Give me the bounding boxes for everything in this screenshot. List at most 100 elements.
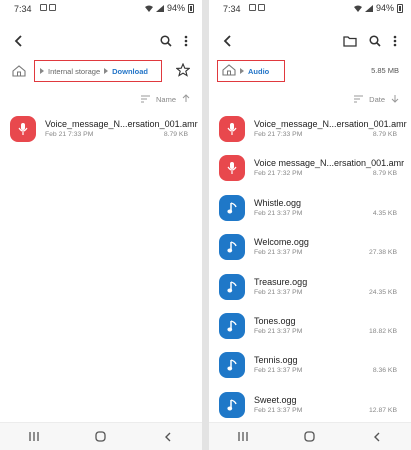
file-date: Feb 21 7:33 PM xyxy=(254,131,303,138)
home-icon[interactable] xyxy=(222,64,236,78)
back-arrow-icon[interactable] xyxy=(12,34,26,53)
file-name: Sweet.ogg xyxy=(254,394,297,405)
app-notification-icon xyxy=(49,4,56,11)
file-size: 8.79 KB xyxy=(372,170,397,178)
file-row[interactable]: Voice message_N...ersation_001.amr Feb 21… xyxy=(209,151,411,190)
star-icon[interactable] xyxy=(175,62,191,82)
file-list: Voice_message_N...ersation_001.amr Feb 2… xyxy=(0,112,202,151)
file-date: Feb 21 3:37 PM xyxy=(254,367,303,375)
music-note-icon xyxy=(219,312,245,339)
home-nav-icon[interactable] xyxy=(91,427,111,447)
file-date: Feb 21 7:32 PM xyxy=(254,170,303,178)
file-name: Welcome.ogg xyxy=(254,237,309,248)
back-nav-icon[interactable] xyxy=(158,427,178,447)
file-date: Feb 21 7:33 PM xyxy=(45,131,94,138)
system-nav-bar xyxy=(209,422,411,450)
music-note-icon xyxy=(219,273,245,300)
file-name: Voice message_N...ersation_001.amr xyxy=(254,158,405,169)
file-row[interactable]: Welcome.ogg Feb 21 3:37 PM 27.38 KB xyxy=(209,230,411,269)
battery-percent: 94% xyxy=(166,3,185,13)
microphone-icon xyxy=(219,116,245,142)
breadcrumb-separator-icon xyxy=(40,68,44,74)
file-name: Treasure.ogg xyxy=(254,276,308,287)
back-arrow-icon[interactable] xyxy=(221,34,235,53)
breadcrumb-highlight: Internal storage Download xyxy=(34,60,162,82)
file-name: Whistle.ogg xyxy=(254,197,302,208)
more-vert-icon[interactable] xyxy=(184,34,188,52)
breadcrumb: Audio 5.85 MB xyxy=(217,60,399,82)
gallery-notification-icon xyxy=(40,4,47,11)
file-row[interactable]: Whistle.ogg Feb 21 3:37 PM 4.35 KB xyxy=(209,191,411,230)
file-date: Feb 21 3:37 PM xyxy=(254,249,303,257)
sort-icon[interactable] xyxy=(354,95,364,105)
music-note-icon xyxy=(219,194,245,221)
app-notification-icon xyxy=(258,4,265,11)
microphone-icon xyxy=(219,155,245,182)
file-size: 8.79 KB xyxy=(163,131,188,138)
sort-label[interactable]: Name xyxy=(156,95,176,104)
file-row[interactable]: Tones.ogg Feb 21 3:37 PM 18.82 KB xyxy=(209,309,411,348)
screenshot-composite: 7:34 94% Internal storage Download Name … xyxy=(0,0,411,450)
status-right: 94% xyxy=(144,3,194,13)
file-size: 4.35 KB xyxy=(372,209,397,217)
gallery-notification-icon xyxy=(249,4,256,11)
music-note-icon xyxy=(219,391,245,418)
wifi-icon xyxy=(144,5,153,12)
file-size: 8.36 KB xyxy=(372,367,397,375)
breadcrumb-internal-storage[interactable]: Internal storage xyxy=(48,67,100,76)
file-size: 24.35 KB xyxy=(369,288,397,296)
toolbar-actions xyxy=(343,34,397,52)
home-icon[interactable] xyxy=(12,64,26,82)
recents-icon[interactable] xyxy=(233,427,253,447)
system-nav-bar xyxy=(0,422,202,450)
search-icon[interactable] xyxy=(369,34,381,52)
music-note-icon xyxy=(219,352,245,379)
more-vert-icon[interactable] xyxy=(393,34,397,52)
battery-icon xyxy=(397,3,403,13)
battery-icon xyxy=(188,3,194,13)
toolbar xyxy=(0,32,202,54)
file-size: 27.38 KB xyxy=(369,249,397,257)
sort-bar: Name xyxy=(140,94,190,105)
microphone-icon xyxy=(10,116,36,142)
status-time: 7:34 xyxy=(14,4,32,14)
search-icon[interactable] xyxy=(160,34,172,52)
breadcrumb-separator-icon xyxy=(104,68,109,74)
sort-icon[interactable] xyxy=(140,95,150,105)
breadcrumb-audio[interactable]: Audio xyxy=(248,67,269,76)
breadcrumb-highlight: Audio xyxy=(217,60,285,82)
file-name: Tones.ogg xyxy=(254,315,296,326)
new-folder-icon[interactable] xyxy=(343,34,357,52)
sort-bar: Date xyxy=(354,94,399,105)
file-row[interactable]: Voice_message_N...ersation_001.amr Feb 2… xyxy=(0,112,202,151)
storage-size: 5.85 MB xyxy=(371,66,399,75)
file-name: Voice_message_N...ersation_001.amr xyxy=(45,119,198,129)
notification-icons xyxy=(40,4,56,11)
sort-direction-icon[interactable] xyxy=(391,94,399,105)
battery-percent: 94% xyxy=(375,3,394,13)
status-bar: 7:34 94% xyxy=(209,0,411,18)
file-date: Feb 21 3:37 PM xyxy=(254,209,303,217)
signal-icon xyxy=(155,4,164,12)
status-time: 7:34 xyxy=(223,4,241,14)
file-row[interactable]: Voice_message_N...ersation_001.amr Feb 21… xyxy=(209,112,411,151)
file-date: Feb 21 3:37 PM xyxy=(254,406,303,414)
right-screen: 7:34 94% Audio 5.85 MB Date Voice_messag… xyxy=(209,0,411,450)
signal-icon xyxy=(364,4,373,12)
breadcrumb-download[interactable]: Download xyxy=(112,67,148,76)
breadcrumb-separator-icon xyxy=(240,68,244,74)
sort-direction-icon[interactable] xyxy=(182,94,190,105)
file-name: Voice_message_N...ersation_001.amr xyxy=(254,119,407,129)
sort-label[interactable]: Date xyxy=(369,95,385,104)
toolbar xyxy=(209,32,411,54)
file-row[interactable]: Treasure.ogg Feb 21 3:37 PM 24.35 KB xyxy=(209,270,411,309)
file-list: Voice_message_N...ersation_001.amr Feb 21… xyxy=(209,112,411,427)
recents-icon[interactable] xyxy=(24,427,44,447)
file-date: Feb 21 3:37 PM xyxy=(254,327,303,335)
home-nav-icon[interactable] xyxy=(300,427,320,447)
toolbar-actions xyxy=(160,34,188,52)
file-name: Tennis.ogg xyxy=(254,355,298,366)
wifi-icon xyxy=(353,5,362,12)
back-nav-icon[interactable] xyxy=(367,427,387,447)
file-row[interactable]: Tennis.ogg Feb 21 3:37 PM 8.36 KB xyxy=(209,348,411,387)
